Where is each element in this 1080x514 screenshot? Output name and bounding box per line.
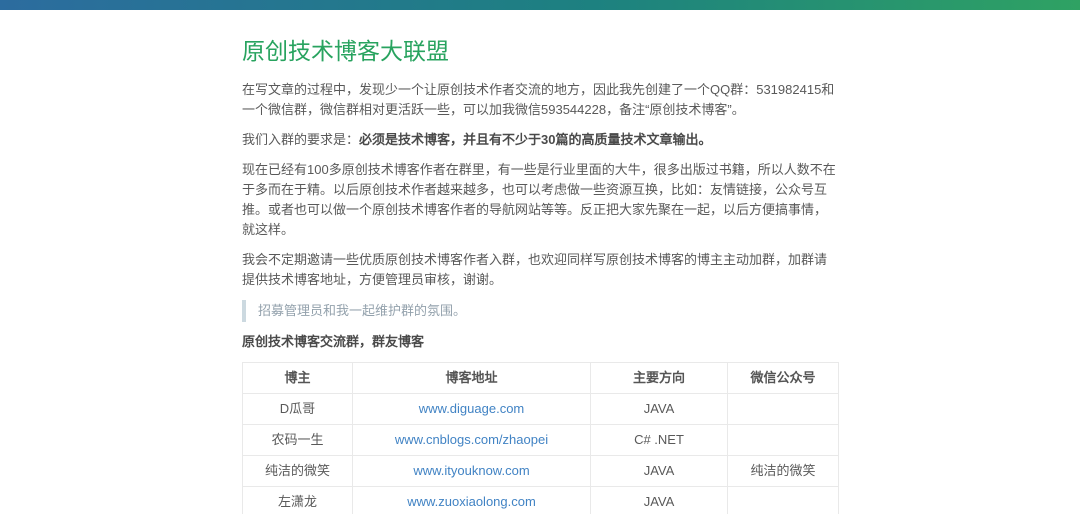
table-row: D瓜哥 www.diguage.com JAVA bbox=[243, 394, 839, 425]
direction-cell: JAVA bbox=[591, 394, 728, 425]
table-row: 农码一生 www.cnblogs.com/zhaopei C# .NET bbox=[243, 425, 839, 456]
table-row: 纯洁的微笑 www.ityouknow.com JAVA 纯洁的微笑 bbox=[243, 456, 839, 487]
blogger-cell: D瓜哥 bbox=[243, 394, 353, 425]
bloggers-table: 博主 博客地址 主要方向 微信公众号 D瓜哥 www.diguage.com J… bbox=[242, 362, 839, 514]
blogger-cell: 左潇龙 bbox=[243, 487, 353, 514]
wechat-cell: 纯洁的微笑 bbox=[728, 456, 839, 487]
wechat-cell bbox=[728, 394, 839, 425]
recruit-admin-quote-text: 招募管理员和我一起维护群的氛围。 bbox=[258, 301, 838, 321]
column-header-blog-url: 博客地址 bbox=[353, 363, 591, 394]
table-header-row: 博主 博客地址 主要方向 微信公众号 bbox=[243, 363, 839, 394]
blogger-cell: 纯洁的微笑 bbox=[243, 456, 353, 487]
recruit-admin-quote: 招募管理员和我一起维护群的氛围。 bbox=[242, 300, 838, 322]
blog-url-link[interactable]: www.zuoxiaolong.com bbox=[407, 494, 536, 509]
bloggers-table-body: D瓜哥 www.diguage.com JAVA 农码一生 www.cnblog… bbox=[243, 394, 839, 514]
requirement-prefix: 我们入群的要求是： bbox=[242, 132, 359, 147]
page-title: 原创技术博客大联盟 bbox=[242, 38, 838, 65]
wechat-cell bbox=[728, 487, 839, 514]
wechat-cell bbox=[728, 425, 839, 456]
blog-url-cell: www.zuoxiaolong.com bbox=[353, 487, 591, 514]
column-header-wechat: 微信公众号 bbox=[728, 363, 839, 394]
blog-url-cell: www.cnblogs.com/zhaopei bbox=[353, 425, 591, 456]
direction-cell: C# .NET bbox=[591, 425, 728, 456]
bloggers-table-heading: 原创技术博客交流群，群友博客 bbox=[242, 332, 838, 352]
blog-url-link[interactable]: www.diguage.com bbox=[419, 401, 525, 416]
blogger-cell: 农码一生 bbox=[243, 425, 353, 456]
blog-url-link[interactable]: www.ityouknow.com bbox=[413, 463, 529, 478]
requirement-paragraph: 我们入群的要求是：必须是技术博客，并且有不少于30篇的高质量技术文章输出。 bbox=[242, 130, 838, 150]
column-header-direction: 主要方向 bbox=[591, 363, 728, 394]
invitation-paragraph: 我会不定期邀请一些优质原创技术博客作者入群，也欢迎同样写原创技术博客的博主主动加… bbox=[242, 250, 838, 290]
blog-url-link[interactable]: www.cnblogs.com/zhaopei bbox=[395, 432, 548, 447]
blog-url-cell: www.ityouknow.com bbox=[353, 456, 591, 487]
column-header-blogger: 博主 bbox=[243, 363, 353, 394]
direction-cell: JAVA bbox=[591, 487, 728, 514]
top-gradient-bar bbox=[0, 0, 1080, 10]
article-content: 原创技术博客大联盟 在写文章的过程中，发现少一个让原创技术作者交流的地方，因此我… bbox=[242, 38, 838, 514]
requirement-bold-text: 必须是技术博客，并且有不少于30篇的高质量技术文章输出。 bbox=[359, 132, 711, 147]
blog-url-cell: www.diguage.com bbox=[353, 394, 591, 425]
direction-cell: JAVA bbox=[591, 456, 728, 487]
intro-paragraph: 在写文章的过程中，发现少一个让原创技术作者交流的地方，因此我先创建了一个QQ群：… bbox=[242, 80, 838, 120]
table-row: 左潇龙 www.zuoxiaolong.com JAVA bbox=[243, 487, 839, 514]
community-paragraph: 现在已经有100多原创技术博客作者在群里，有一些是行业里面的大牛，很多出版过书籍… bbox=[242, 160, 838, 240]
